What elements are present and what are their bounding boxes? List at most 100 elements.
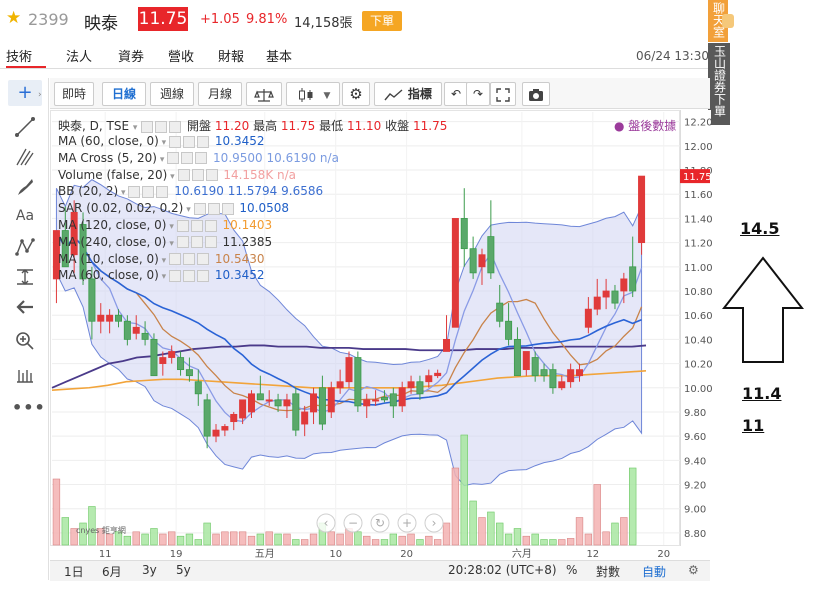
volume-bar (176, 535, 185, 546)
legend-row-settings-icon[interactable] (183, 253, 196, 266)
legend-row-visibility-icon[interactable] (128, 185, 141, 198)
legend-dropdown-icon[interactable]: ▾ (133, 123, 138, 133)
legend-settings-icon[interactable] (155, 120, 168, 133)
candle-body (398, 387, 406, 407)
volume-bar (469, 500, 477, 546)
annotation-resistance: 11.4 (742, 384, 782, 403)
axis-settings-icon[interactable]: ⚙ (688, 563, 699, 577)
legend-row-visibility-icon[interactable] (193, 202, 206, 215)
legend-row-dropdown-icon[interactable]: ▾ (183, 205, 193, 215)
legend-row-settings-icon[interactable] (190, 236, 203, 249)
price-axis-tick: 11.20 (684, 239, 713, 250)
candle-body (531, 357, 539, 377)
legend-row-dropdown-icon[interactable]: ▾ (159, 256, 169, 266)
date-axis-tick: 五月 (255, 548, 275, 560)
candle-body (593, 296, 601, 310)
legend-row-visibility-icon[interactable] (176, 236, 189, 249)
volume-bar (309, 533, 318, 546)
candle-body (354, 357, 362, 407)
zoom-in-chart-icon: + (402, 516, 412, 530)
candle-body (602, 290, 610, 298)
legend-row-close-icon[interactable] (197, 269, 210, 282)
range-5y-button[interactable]: 5y (176, 563, 191, 577)
legend-row-dropdown-icon[interactable]: ▾ (166, 222, 176, 232)
volume-bar (549, 539, 557, 546)
legend-row-visibility-icon[interactable] (169, 269, 182, 282)
legend-row-dropdown-icon[interactable]: ▾ (118, 188, 128, 198)
log-scale-toggle[interactable]: 對數 (596, 563, 620, 580)
legend-row-close-icon[interactable] (205, 169, 218, 182)
legend-visibility-icon[interactable] (141, 120, 154, 133)
candle-body (327, 387, 335, 413)
legend-row-close-icon[interactable] (195, 152, 208, 165)
legend-row-dropdown-icon[interactable]: ▾ (159, 138, 169, 148)
candle-body (434, 372, 442, 377)
volume-bar (611, 522, 619, 546)
candle-body (460, 218, 468, 250)
legend-row-visibility-icon[interactable] (167, 152, 180, 165)
volume-bar (602, 531, 610, 546)
legend-row-close-icon[interactable] (197, 253, 210, 266)
postmarket-data-toggle[interactable]: ● 盤後數據 (614, 117, 676, 134)
legend-row-visibility-icon[interactable] (177, 169, 190, 182)
legend-row-settings-icon[interactable] (183, 269, 196, 282)
price-axis-tick: 9.60 (684, 432, 706, 443)
percent-scale-toggle[interactable]: % (566, 563, 577, 577)
legend-row-label: SAR (0.02, 0.02, 0.2) (58, 201, 184, 216)
price-axis-tick: 10.60 (684, 311, 713, 322)
legend-row-close-icon[interactable] (204, 236, 217, 249)
candle-body (513, 338, 521, 377)
candle-body (132, 326, 140, 334)
legend-row-settings-icon[interactable] (142, 185, 155, 198)
candle-body (522, 351, 530, 371)
legend-row-settings-icon[interactable] (207, 202, 220, 215)
legend-row-dropdown-icon[interactable]: ▾ (166, 239, 176, 249)
volume-bar (141, 533, 149, 546)
legend-row-label: MA Cross (5, 20) (58, 150, 157, 165)
legend-row-dropdown-icon[interactable]: ▾ (167, 172, 177, 182)
candle-body (221, 426, 229, 431)
candle-body (274, 399, 282, 407)
legend-row-close-icon[interactable] (204, 219, 217, 232)
legend-row-visibility-icon[interactable] (176, 219, 189, 232)
legend-close-icon[interactable] (169, 120, 182, 133)
legend-main-label: 映泰, D, TSE (58, 119, 130, 133)
legend-row-settings-icon[interactable] (190, 219, 203, 232)
price-axis-tick: 10.40 (684, 335, 713, 346)
legend-row: MA (240, close, 0) ▾ 11.2385 (58, 235, 272, 249)
legend-row-label: MA (10, close, 0) (58, 251, 159, 266)
candle-body (638, 175, 646, 244)
volume-bar (168, 531, 176, 546)
price-axis-tick: 11.40 (684, 214, 713, 225)
volume-bar (513, 528, 522, 546)
legend-row-value: 10.3452 (211, 134, 265, 148)
volume-bar (584, 533, 593, 546)
range-1d-button[interactable]: 1日 (64, 563, 84, 580)
legend-row-dropdown-icon[interactable]: ▾ (157, 155, 167, 165)
legend-row-settings-icon[interactable] (181, 152, 194, 165)
volume-bar (504, 533, 513, 546)
volume-bar (185, 533, 194, 546)
candle-body (363, 399, 371, 407)
volume-bar (558, 539, 566, 546)
legend-row-label: MA (60, close, 0) (58, 134, 159, 148)
legend-row-visibility-icon[interactable] (169, 253, 182, 266)
legend-row-value: 14.158K n/a (219, 167, 297, 182)
legend-row: SAR (0.02, 0.02, 0.2) ▾ 10.0508 (58, 201, 289, 215)
candle-body (177, 357, 185, 371)
candle-body (469, 248, 477, 274)
range-6m-button[interactable]: 6月 (102, 563, 122, 580)
volume-bar (629, 467, 637, 546)
legend-row-settings-icon[interactable] (183, 135, 196, 148)
auto-scale-toggle[interactable]: 自動 (642, 563, 666, 580)
candle-body (292, 393, 300, 431)
legend-row-close-icon[interactable] (197, 135, 210, 148)
legend-row-dropdown-icon[interactable]: ▾ (159, 272, 169, 282)
legend-row-close-icon[interactable] (221, 202, 234, 215)
legend-row-close-icon[interactable] (156, 185, 169, 198)
legend-row-settings-icon[interactable] (191, 169, 204, 182)
candle-body (97, 314, 105, 322)
range-3y-button[interactable]: 3y (142, 563, 157, 577)
volume-bar (194, 539, 202, 546)
legend-row-visibility-icon[interactable] (169, 135, 182, 148)
